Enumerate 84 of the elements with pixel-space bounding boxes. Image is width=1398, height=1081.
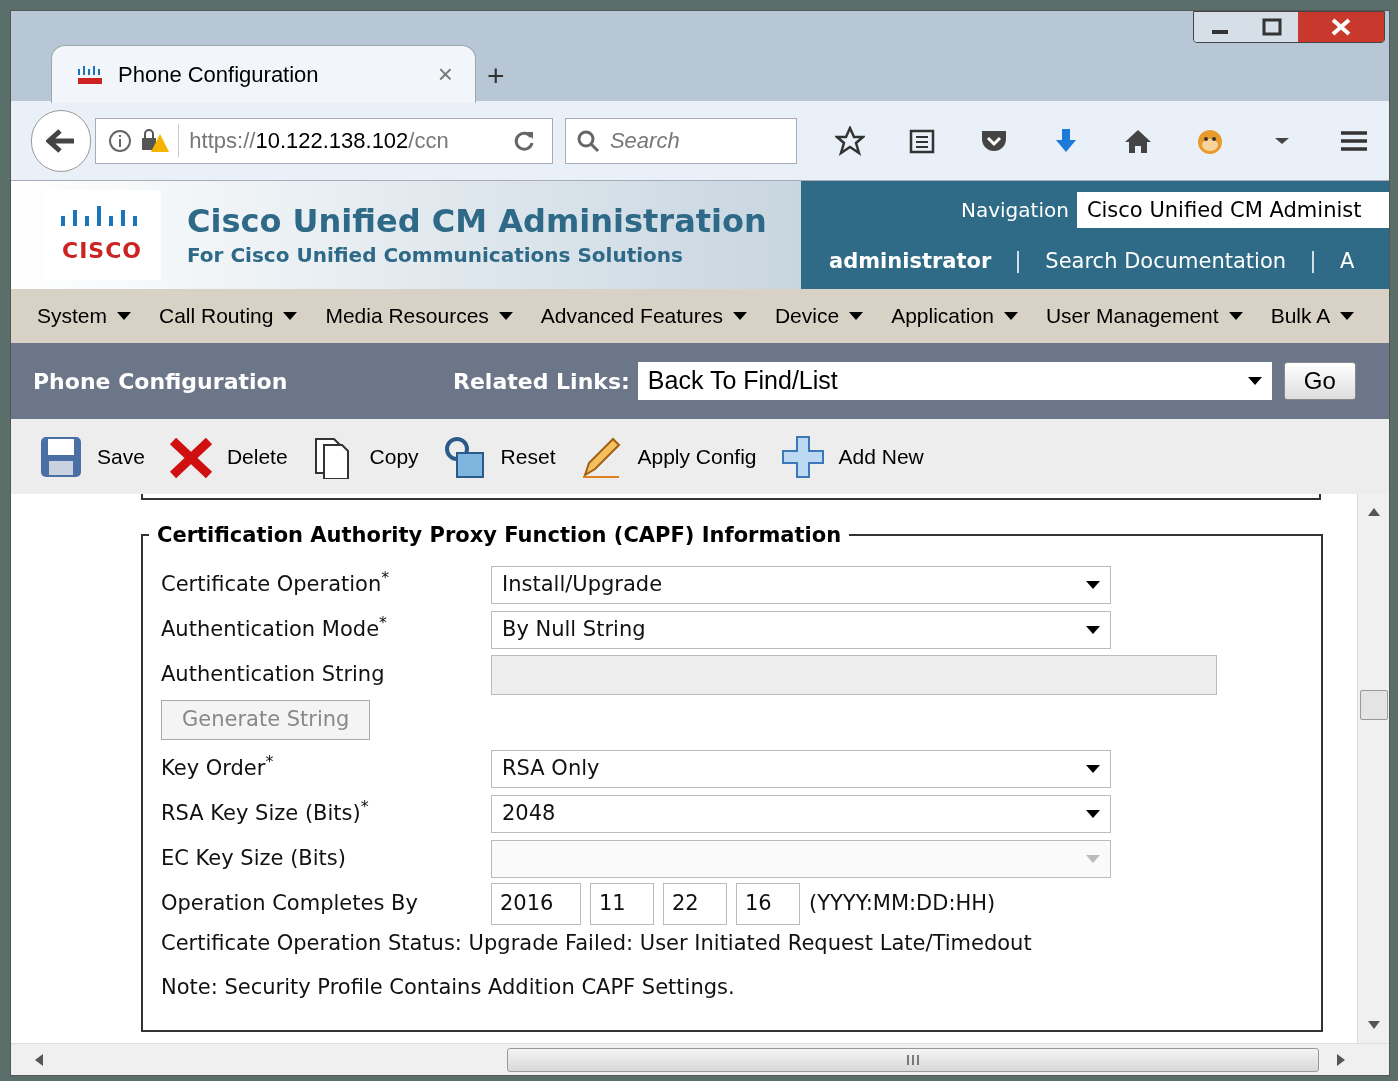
note-text: Note: Security Profile Contains Addition CAPF Settings. <box>161 973 736 1001</box>
scrollbar-thumb[interactable] <box>507 1047 1319 1072</box>
search-placeholder: Search <box>609 127 680 155</box>
toolbar-button[interactable]: Apply Config <box>579 434 757 479</box>
reset-icon <box>442 434 487 479</box>
app-title: Cisco Unified CM Administration <box>187 205 767 237</box>
navigation-label: Navigation <box>961 197 1069 225</box>
related-links-label: Related Links: <box>453 367 630 396</box>
header-link[interactable]: Search Documentation <box>1045 246 1287 278</box>
menu-item[interactable]: Device <box>774 300 864 332</box>
app-subtitle: For Cisco Unified Communications Solutions <box>187 245 684 265</box>
caret-icon <box>283 311 298 321</box>
menu-item[interactable]: Application <box>891 300 1018 332</box>
scroll-right-icon <box>1337 1053 1345 1066</box>
menu-item[interactable]: Bulk A <box>1270 300 1355 332</box>
caret-icon <box>1086 763 1100 774</box>
scroll-left-icon <box>35 1053 43 1066</box>
header-link[interactable]: A <box>1340 246 1355 278</box>
field-label: Authentication Mode$^{*}$ <box>161 613 388 643</box>
related-links-select[interactable]: Back To Find/List <box>637 362 1272 400</box>
toolbar-button[interactable]: Save <box>39 434 145 479</box>
menu-item[interactable]: Advanced Features <box>540 300 747 332</box>
caret-icon <box>1086 579 1100 590</box>
menu-item[interactable]: System <box>37 300 131 332</box>
menu-item[interactable]: User Management <box>1045 300 1243 332</box>
menu-item[interactable]: Call Routing <box>159 300 298 332</box>
close-tab-icon[interactable]: × <box>437 55 475 94</box>
logo-text: CISCO <box>62 236 142 265</box>
page-title: Phone Configuration <box>33 367 289 396</box>
caret-icon <box>1086 853 1100 864</box>
search-field[interactable]: Search <box>564 117 797 164</box>
toolbar-button[interactable]: Reset <box>442 434 556 479</box>
scroll-down-icon <box>1368 1021 1380 1029</box>
menu-item[interactable]: Media Resources <box>325 300 513 332</box>
date-field[interactable]: 11 <box>590 882 654 925</box>
bookmark-star-icon[interactable] <box>835 125 865 156</box>
tab-title: Phone Configuration <box>118 61 320 89</box>
navigation-select[interactable]: Cisco Unified CM Administ <box>1076 192 1389 229</box>
url-text: https://10.122.138.102/ccn <box>178 124 505 157</box>
address-bar[interactable]: https://10.122.138.102/ccn <box>95 117 553 164</box>
toolbar-button[interactable]: Copy <box>311 434 419 479</box>
grip-icon <box>906 1053 920 1066</box>
toolbar-button[interactable]: Delete <box>168 434 288 479</box>
caret-icon <box>1228 311 1243 321</box>
toolbar-button[interactable]: Add New <box>780 434 924 479</box>
dropdown-field[interactable]: Install/Upgrade <box>491 565 1111 604</box>
lock-warning-icon <box>140 127 171 154</box>
caret-icon <box>849 311 864 321</box>
caret-icon <box>1247 376 1262 386</box>
info-icon <box>108 128 133 153</box>
caret-icon <box>732 311 747 321</box>
minimize-icon[interactable] <box>1194 12 1246 42</box>
back-arrow-icon <box>46 127 77 154</box>
close-icon[interactable] <box>1298 12 1384 42</box>
maximize-icon[interactable] <box>1246 12 1298 42</box>
caret-icon <box>1086 808 1100 819</box>
search-icon <box>575 128 600 153</box>
field-label: Authentication String <box>161 660 386 688</box>
date-field[interactable]: 2016 <box>491 882 581 925</box>
new-tab-icon[interactable]: + <box>487 53 505 98</box>
caret-icon <box>1340 311 1355 321</box>
caret-icon <box>1003 311 1018 321</box>
vertical-scrollbar[interactable] <box>1357 494 1389 1043</box>
user-name: administrator <box>829 248 992 276</box>
dropdown-field[interactable]: RSA Only <box>491 749 1111 788</box>
date-field[interactable]: 22 <box>663 882 727 925</box>
date-field[interactable]: 16 <box>736 882 800 925</box>
field-label: RSA Key Size (Bits)$^{*}$ <box>161 797 370 827</box>
caret-icon <box>498 311 513 321</box>
field-label: Operation Completes By <box>161 889 419 917</box>
caret-icon <box>1086 624 1100 635</box>
scroll-up-icon <box>1368 508 1380 516</box>
field-label: Certificate Operation$^{*}$ <box>161 568 391 598</box>
caret-icon <box>117 311 131 321</box>
dropdown-field[interactable]: 2048 <box>491 794 1111 833</box>
plus-icon <box>780 434 825 479</box>
date-format-hint: (YYYY:MM:DD:HH) <box>809 889 996 917</box>
browser-tab[interactable]: Phone Configuration × <box>51 45 476 103</box>
go-button[interactable]: Go <box>1283 362 1356 400</box>
scrollbar-thumb[interactable] <box>1360 690 1388 720</box>
status-text: Certificate Operation Status: Upgrade Failed: User Initiated Request Late/Timedout <box>161 930 1033 957</box>
field-label: EC Key Size (Bits) <box>161 844 347 872</box>
dropdown-field[interactable]: By Null String <box>491 610 1111 649</box>
field-label: Key Order$^{*}$ <box>161 752 275 782</box>
